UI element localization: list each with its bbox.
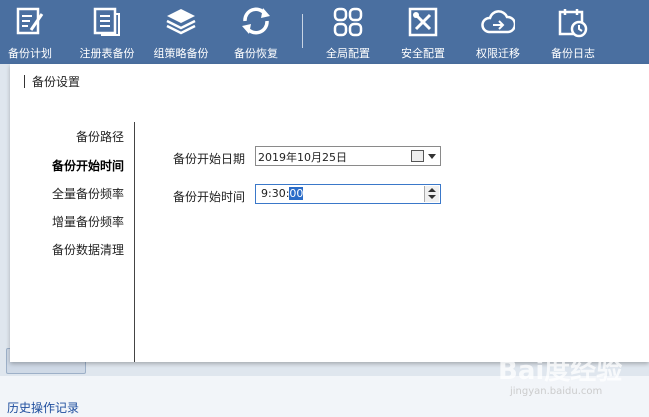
document-list-icon <box>93 7 120 36</box>
nav-item-backup-data-cleanup[interactable]: 备份数据清理 <box>52 241 124 258</box>
nav-item-backup-path[interactable]: 备份路径 <box>76 128 124 145</box>
start-date-label: 备份开始日期 <box>173 152 246 166</box>
calendar-icon[interactable] <box>411 150 424 162</box>
toolbar-separator <box>302 14 303 48</box>
toolbar-backup-log[interactable]: 备份日志 <box>533 0 613 64</box>
time-hour-minute: 9:30: <box>261 187 290 200</box>
toolbar-label: 全局配置 <box>326 47 370 60</box>
toolbar-label: 备份恢复 <box>234 47 278 60</box>
edit-list-icon <box>16 7 44 35</box>
chevron-down-icon[interactable] <box>428 154 436 159</box>
panel-title: 备份设置 <box>32 75 81 89</box>
cloud-transfer-icon <box>481 10 515 34</box>
toolbar-label: 组策略备份 <box>153 47 209 60</box>
start-date-picker[interactable]: 2019年10月25日 <box>255 146 441 166</box>
toolbar-group-policy-backup[interactable]: 组策略备份 <box>141 0 221 64</box>
settings-nav: 备份路径 备份开始时间 全量备份频率 增量备份频率 备份数据清理 <box>10 122 135 362</box>
history-link[interactable]: 历史操作记录 <box>7 399 79 416</box>
toolbar-backup-restore[interactable]: 备份恢复 <box>216 0 296 64</box>
time-spinner[interactable] <box>424 186 439 202</box>
title-marker <box>24 75 25 88</box>
toolbar-label: 权限迁移 <box>476 47 520 60</box>
spin-up-icon[interactable] <box>428 188 436 192</box>
nav-item-backup-start-time[interactable]: 备份开始时间 <box>52 157 124 174</box>
spin-down-icon[interactable] <box>428 195 436 199</box>
toolbar-label: 安全配置 <box>401 47 445 60</box>
refresh-icon <box>242 7 270 35</box>
toolbar-backup-plan[interactable]: 备份计划 <box>0 0 70 64</box>
start-time-value: 9:30:00 <box>261 187 304 200</box>
start-time-input[interactable]: 9:30:00 <box>255 184 441 204</box>
calendar-clock-icon <box>558 9 588 38</box>
toolbar-registry-backup[interactable]: 注册表备份 <box>67 0 147 64</box>
grid-icon <box>333 7 363 37</box>
toolbar-label: 备份日志 <box>551 47 595 60</box>
watermark-url: jingyan.baidu.com <box>510 386 603 397</box>
nav-item-full-backup-frequency[interactable]: 全量备份频率 <box>52 185 124 202</box>
toolbar-global-config[interactable]: 全局配置 <box>308 0 388 64</box>
toolbar-permission-migration[interactable]: 权限迁移 <box>458 0 538 64</box>
start-date-value: 2019年10月25日 <box>258 151 347 164</box>
backup-settings-panel: 备份设置 备份路径 备份开始时间 全量备份频率 增量备份频率 备份数据清理 备份… <box>10 64 649 362</box>
toolbar-label: 备份计划 <box>8 47 52 60</box>
main-toolbar: 备份计划 注册表备份 组策略备份 备份恢复 全局配置 安全配置 权限迁移 备份日… <box>0 0 649 64</box>
toolbar-security-config[interactable]: 安全配置 <box>383 0 463 64</box>
watermark-logo: Bai度经验 <box>498 356 623 386</box>
time-seconds-selected: 00 <box>289 187 304 200</box>
toolbar-label: 注册表备份 <box>79 47 135 60</box>
nav-item-incremental-backup-frequency[interactable]: 增量备份频率 <box>52 213 124 230</box>
start-time-label: 备份开始时间 <box>173 190 246 204</box>
layers-icon <box>166 9 196 35</box>
tools-icon <box>408 7 438 37</box>
